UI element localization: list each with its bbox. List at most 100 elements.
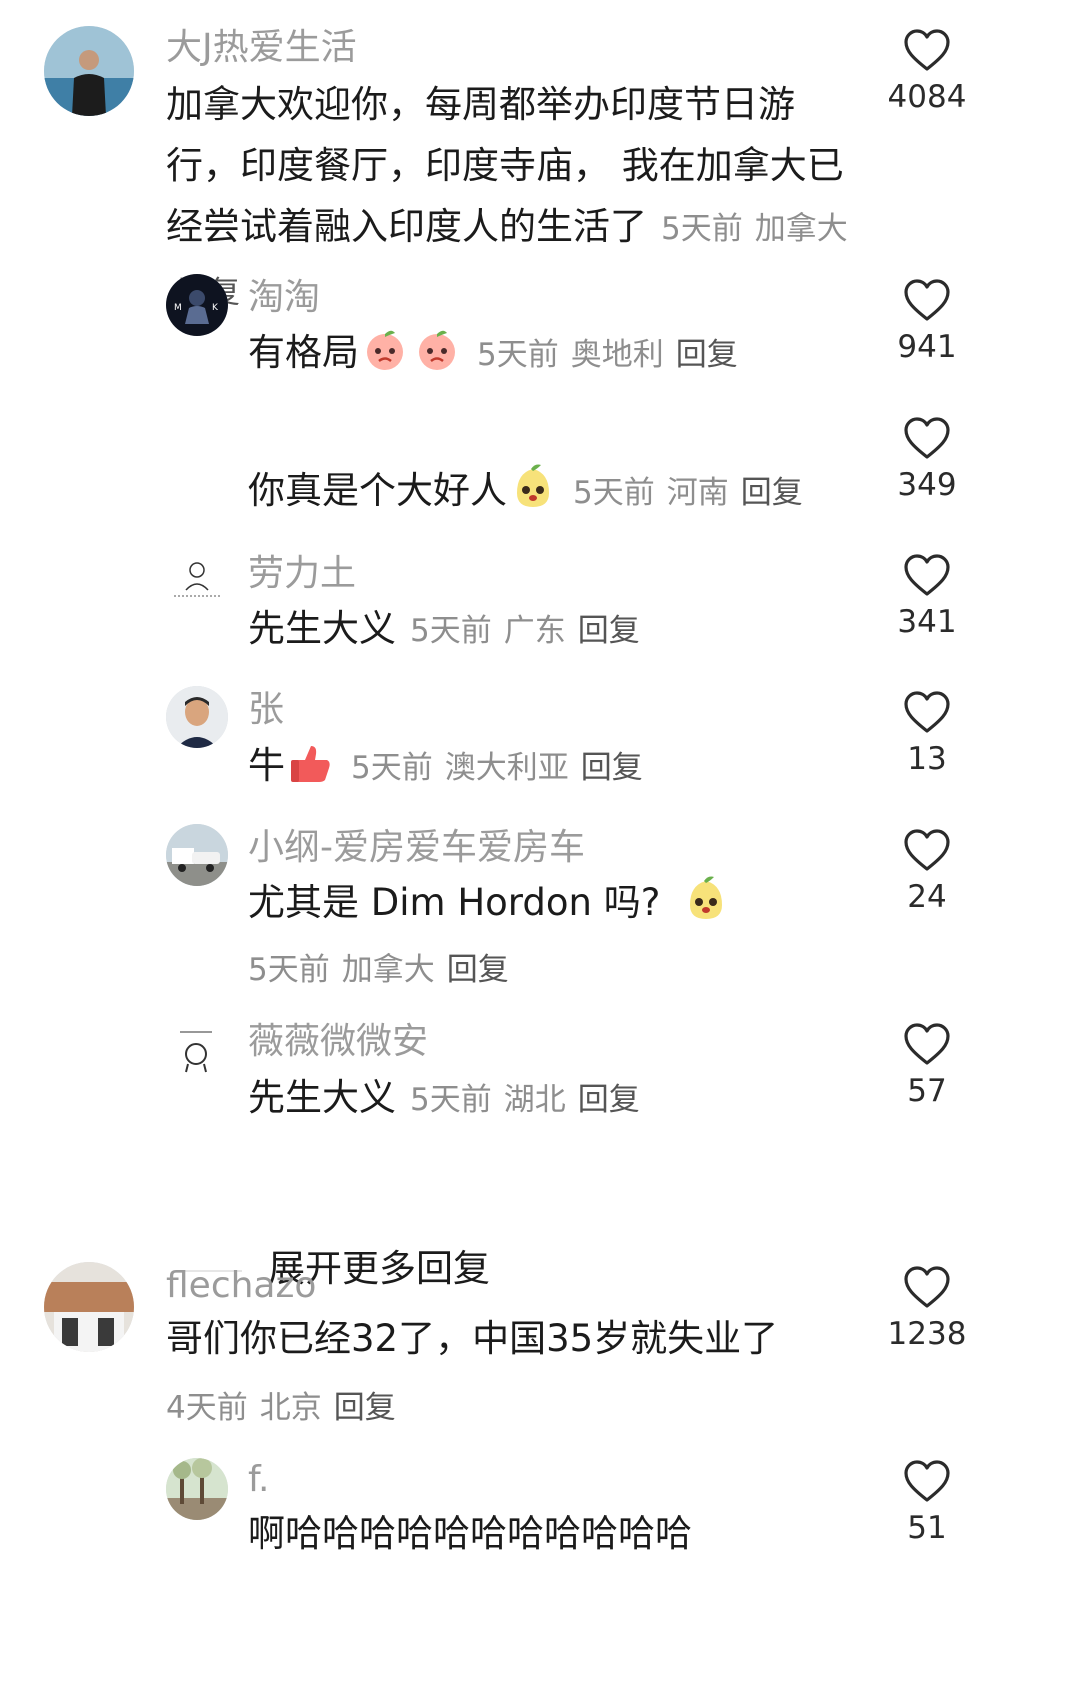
like-count: 1238 [887, 1316, 967, 1352]
comment-text: 牛 5天前 澳大利亚 回复 [248, 735, 643, 799]
comment-text: 先生大义 5天前 湖北 回复 [248, 1067, 640, 1131]
like-button[interactable]: 51 [877, 1459, 977, 1544]
comment-body: 啊哈哈哈哈哈哈哈哈哈哈哈 [248, 1512, 692, 1555]
comment-text: 有格局 5天前 奥地利 回复 [248, 322, 738, 386]
reply-button[interactable]: 回复 [578, 613, 640, 649]
reply-button[interactable]: 回复 [741, 475, 803, 511]
comment-body: 先生大义 [248, 607, 396, 650]
username[interactable]: 劳力土 [248, 556, 356, 592]
comment-location: 广东 [503, 613, 566, 649]
heart-icon[interactable] [903, 828, 951, 872]
comment-body: 先生大义 [248, 1076, 396, 1119]
username[interactable]: 薇薇微微安 [248, 1024, 428, 1060]
like-button[interactable]: 341 [877, 553, 977, 638]
like-button[interactable]: 349 [877, 416, 977, 501]
comment-meta: 5天前 奥地利 回复 [477, 337, 738, 373]
heart-icon[interactable] [903, 1459, 951, 1503]
comment-location: 河南 [666, 475, 729, 511]
comment-meta: 4天前 北京 回复 [166, 1393, 396, 1424]
like-button[interactable]: 941 [877, 278, 977, 363]
comment-text: 哥们你已经32了，中国35岁就失业了 [166, 1308, 778, 1369]
username[interactable]: f. [248, 1462, 270, 1498]
username[interactable]: flechazo [166, 1268, 316, 1304]
like-count: 51 [907, 1510, 947, 1546]
username[interactable]: 大J热爱生活 [166, 30, 357, 66]
comment-body: 牛 [248, 744, 285, 787]
comment-body: 尤其是 Dim Hordon 吗? [248, 881, 661, 924]
reply-button[interactable]: 回复 [676, 337, 738, 373]
heart-icon[interactable] [903, 28, 951, 72]
like-count: 4084 [887, 79, 967, 115]
avatar[interactable] [166, 1458, 228, 1520]
comment-time: 5天前 [573, 475, 655, 511]
comment-body: 哥们你已经32了，中国35岁就失业了 [166, 1317, 779, 1360]
doodle-icon [166, 1020, 228, 1082]
heart-icon[interactable] [903, 1265, 951, 1309]
comment-meta: 5天前 湖北 回复 [410, 1082, 640, 1118]
like-button[interactable]: 4084 [877, 28, 977, 113]
like-count: 57 [907, 1073, 947, 1109]
comment-body: 有格局 [248, 331, 359, 374]
dark-silhouette-icon: M K [166, 274, 228, 336]
like-count: 24 [907, 879, 947, 915]
angry-peach-emoji-icon [361, 325, 409, 373]
reply-button[interactable]: 回复 [581, 750, 643, 786]
like-count: 349 [897, 467, 957, 503]
heart-icon[interactable] [903, 278, 951, 322]
like-count: 941 [897, 329, 957, 365]
comment-location: 澳大利亚 [444, 750, 569, 786]
comment-location: 湖北 [503, 1082, 566, 1118]
avatar[interactable] [44, 26, 134, 116]
like-button[interactable]: 13 [877, 690, 977, 775]
man-portrait-icon [166, 686, 228, 748]
reply-button[interactable]: 回复 [447, 952, 509, 988]
like-count: 13 [907, 741, 947, 777]
man-by-sea-icon [44, 26, 134, 116]
avatar[interactable] [166, 1020, 228, 1082]
comment-location: 加拿大 [341, 952, 435, 988]
comment-location: 北京 [259, 1390, 322, 1426]
svg-text:M: M [174, 303, 182, 313]
forest-icon [166, 1458, 228, 1520]
avatar[interactable] [166, 824, 228, 886]
username[interactable]: 淘淘 [248, 280, 320, 316]
username[interactable]: 小纲-爱房爱车爱房车 [248, 830, 585, 866]
comment-meta: 5天前加拿大回复 [248, 955, 509, 986]
comment-location: 加拿大 [754, 211, 848, 247]
comment-text: 先生大义 5天前 广东 回复 [248, 598, 640, 662]
comment-time: 4天前 [166, 1390, 248, 1426]
username[interactable]: 张 [248, 692, 284, 728]
like-button[interactable]: 1238 [877, 1265, 977, 1350]
comment-text: 尤其是 Dim Hordon 吗? [248, 872, 732, 933]
pear-face-emoji-icon [682, 875, 730, 923]
avatar[interactable] [166, 686, 228, 748]
truck-icon [166, 824, 228, 886]
like-button[interactable]: 24 [877, 828, 977, 913]
comment-time: 5天前 [477, 337, 559, 373]
comment-time: 5天前 [351, 750, 433, 786]
avatar[interactable] [44, 1262, 134, 1352]
avatar[interactable] [166, 548, 228, 610]
reply-button[interactable]: 回复 [334, 1390, 396, 1426]
reply-button[interactable]: 回复 [578, 1082, 640, 1118]
comment-meta: 5天前 河南 回复 [573, 475, 803, 511]
storefront-icon [44, 1262, 134, 1352]
comment-time: 5天前 [410, 1082, 492, 1118]
comment-time: 5天前 [248, 952, 330, 988]
like-count: 341 [897, 604, 957, 640]
sketch-icon [166, 548, 228, 610]
comment-location: 奥地利 [570, 337, 664, 373]
comment-time: 5天前 [410, 613, 492, 649]
comment-text: 你真是个大好人 5天前 河南 回复 [248, 460, 803, 524]
avatar[interactable]: M K [166, 274, 228, 336]
angry-peach-emoji-icon [413, 325, 461, 373]
heart-icon[interactable] [903, 553, 951, 597]
comment-meta: 5天前 广东 回复 [410, 613, 640, 649]
like-button[interactable]: 57 [877, 1022, 977, 1107]
pear-face-emoji-icon [509, 463, 557, 511]
comment-time: 5天前 [661, 211, 743, 247]
heart-icon[interactable] [903, 1022, 951, 1066]
heart-icon[interactable] [903, 416, 951, 460]
heart-icon[interactable] [903, 690, 951, 734]
comment-text: 啊哈哈哈哈哈哈哈哈哈哈哈 [248, 1503, 692, 1564]
